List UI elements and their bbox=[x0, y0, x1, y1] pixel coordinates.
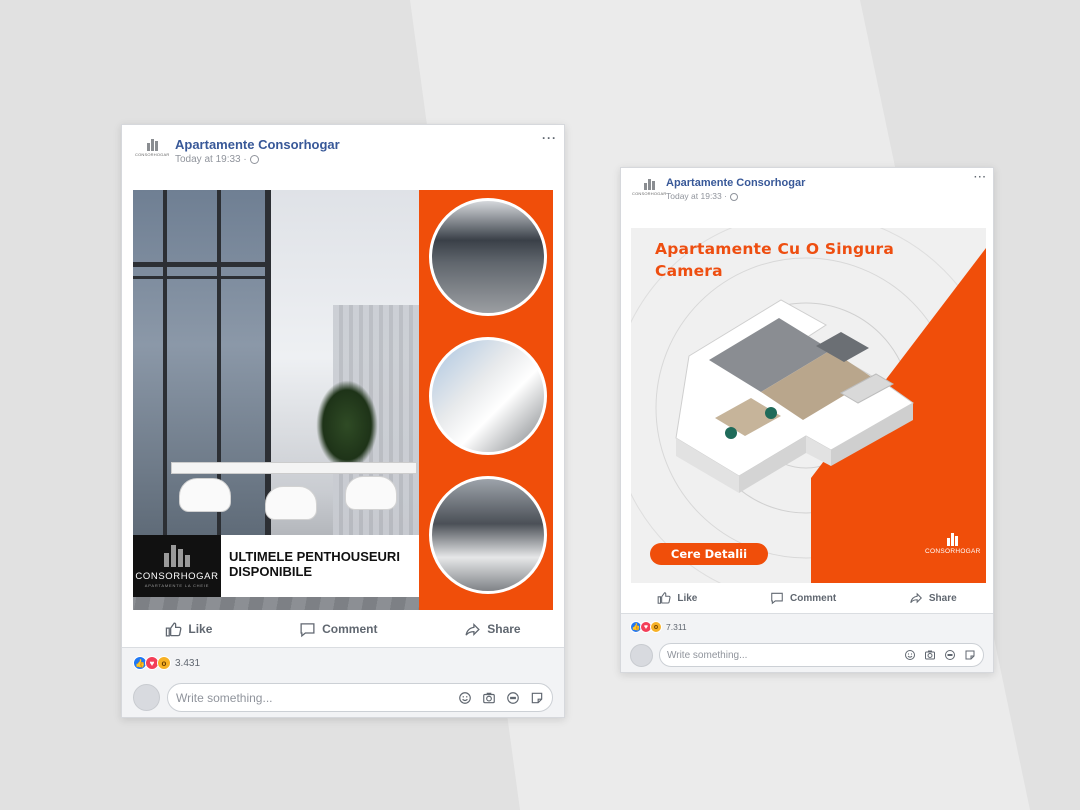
chair bbox=[179, 478, 231, 512]
share-label: Share bbox=[928, 592, 957, 604]
brand-tagline: APARTAMENTE LA CHEIE bbox=[144, 582, 210, 588]
wow-reaction-icon: o bbox=[650, 621, 662, 633]
circle-photo-kitchen bbox=[429, 476, 547, 594]
logo-text: CONSORHOGAR bbox=[632, 191, 667, 196]
like-label: Like bbox=[677, 592, 698, 604]
creative-title-line-1: Apartamente Cu O Singura bbox=[655, 240, 895, 258]
cere-detalii-button[interactable]: Cere Detalii bbox=[650, 543, 768, 565]
logo-text: CONSORHOGAR bbox=[135, 152, 170, 157]
brand-name: CONSORHOGAR bbox=[135, 570, 219, 582]
camera-icon[interactable] bbox=[924, 649, 936, 661]
speech-bubble-icon bbox=[771, 592, 783, 605]
orange-photo-column bbox=[419, 190, 553, 610]
post-image-creative[interactable]: Apartamente Cu O Singura Camera Cere Det… bbox=[631, 228, 986, 583]
headline-line-2: DISPONIBILE bbox=[229, 564, 313, 579]
timestamp-text: Today at 19:33 · bbox=[175, 154, 247, 165]
post-timestamp[interactable]: Today at 19:33 · bbox=[666, 191, 738, 201]
comment-field[interactable] bbox=[167, 683, 553, 712]
timestamp-text: Today at 19:33 · bbox=[666, 191, 727, 201]
like-label: Like bbox=[188, 622, 213, 636]
chair bbox=[345, 476, 397, 510]
share-button[interactable]: Share bbox=[909, 591, 957, 605]
more-options-icon[interactable]: ··· bbox=[974, 172, 987, 183]
comment-label: Comment bbox=[790, 592, 837, 604]
creative-title-line-2: Camera bbox=[655, 262, 723, 280]
comment-label: Comment bbox=[322, 622, 378, 636]
globe-icon bbox=[249, 154, 259, 164]
thumbs-up-icon bbox=[166, 621, 182, 637]
reaction-summary[interactable]: 👍 ♥ o 3.431 bbox=[133, 656, 200, 670]
facebook-post-penthouses: CONSORHOGAR Apartamente Consorhogar Toda… bbox=[121, 124, 565, 718]
gif-icon[interactable] bbox=[944, 649, 956, 661]
globe-icon bbox=[729, 192, 738, 201]
brand-name: CONSORHOGAR bbox=[925, 548, 981, 555]
building-icon bbox=[643, 179, 655, 190]
page-avatar-logo[interactable]: CONSORHOGAR bbox=[135, 139, 169, 157]
reaction-count: 3.431 bbox=[175, 657, 201, 669]
more-options-icon[interactable]: ··· bbox=[542, 131, 557, 145]
consorhogar-logo: CONSORHOGAR bbox=[925, 533, 981, 555]
like-button[interactable]: Like bbox=[657, 591, 697, 605]
sticker-icon[interactable] bbox=[530, 691, 544, 705]
headline-line-1: ULTIMELE PENTHOUSEURI bbox=[229, 549, 400, 564]
headline-block: ULTIMELE PENTHOUSEURI DISPONIBILE bbox=[221, 535, 419, 597]
comment-button[interactable]: Comment bbox=[770, 591, 836, 605]
post-footer: 👍 ♥ o 3.431 bbox=[122, 647, 564, 717]
plant bbox=[316, 380, 378, 470]
comment-button[interactable]: Comment bbox=[299, 621, 377, 638]
creative-title: Apartamente Cu O Singura Camera bbox=[655, 238, 894, 282]
page-name-link[interactable]: Apartamente Consorhogar bbox=[175, 137, 340, 152]
emoji-icon[interactable] bbox=[458, 691, 472, 705]
emoji-icon[interactable] bbox=[904, 649, 916, 661]
consorhogar-brand-block: CONSORHOGAR APARTAMENTE LA CHEIE bbox=[133, 535, 221, 597]
sticker-icon[interactable] bbox=[964, 649, 976, 661]
circle-photo-terrace bbox=[429, 337, 547, 455]
reaction-summary[interactable]: 👍 ♥ o 7.311 bbox=[630, 621, 687, 633]
post-actions-bar: Like Comment Share bbox=[122, 617, 564, 641]
dining-table bbox=[171, 462, 417, 474]
page-name-link[interactable]: Apartamente Consorhogar bbox=[666, 177, 805, 189]
speech-bubble-icon bbox=[300, 622, 315, 637]
share-arrow-icon bbox=[465, 622, 481, 636]
post-image-creative[interactable]: CONSORHOGAR APARTAMENTE LA CHEIE ULTIMEL… bbox=[133, 190, 553, 610]
circle-photo-living-room bbox=[429, 198, 547, 316]
comment-field[interactable] bbox=[659, 643, 984, 667]
chair bbox=[265, 486, 317, 520]
post-actions-bar: Like Comment Share bbox=[621, 588, 993, 608]
user-avatar bbox=[630, 644, 653, 667]
reaction-count: 7.311 bbox=[666, 622, 687, 632]
building-logo-icon bbox=[947, 533, 959, 546]
gif-icon[interactable] bbox=[506, 691, 520, 705]
post-footer: 👍 ♥ o 7.311 bbox=[621, 613, 993, 672]
wow-reaction-icon: o bbox=[157, 656, 171, 670]
building-icon bbox=[146, 139, 158, 151]
user-avatar bbox=[133, 684, 160, 711]
camera-icon[interactable] bbox=[482, 691, 496, 705]
building-logo-icon bbox=[164, 544, 190, 567]
comment-input[interactable] bbox=[667, 649, 904, 661]
like-button[interactable]: Like bbox=[165, 621, 212, 638]
share-arrow-icon bbox=[910, 592, 922, 604]
facebook-post-one-room-apartments: CONSORHOGAR Apartamente Consorhogar Toda… bbox=[620, 167, 994, 673]
share-button[interactable]: Share bbox=[464, 621, 521, 638]
page-avatar-logo[interactable]: CONSORHOGAR bbox=[632, 179, 666, 196]
thumbs-up-icon bbox=[657, 592, 671, 604]
comment-input[interactable] bbox=[176, 690, 458, 705]
share-label: Share bbox=[487, 622, 521, 636]
post-timestamp[interactable]: Today at 19:33 · bbox=[175, 154, 259, 165]
